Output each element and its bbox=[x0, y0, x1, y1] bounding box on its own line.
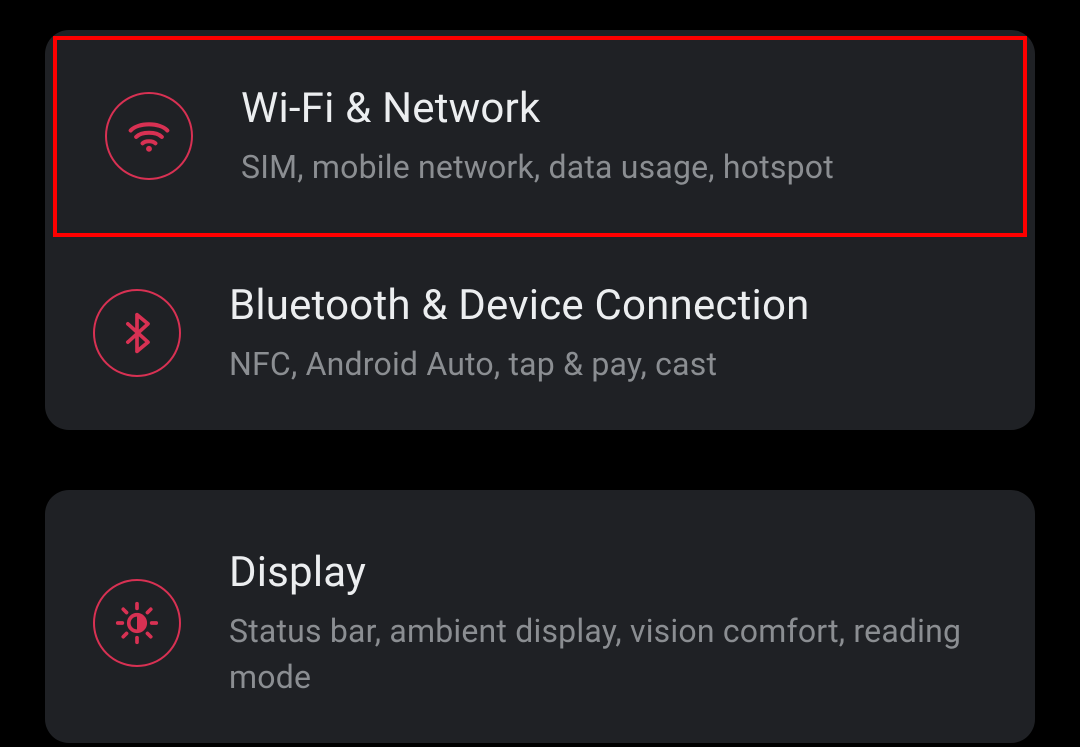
settings-item-title: Bluetooth & Device Connection bbox=[229, 281, 987, 331]
settings-item-subtitle: SIM, mobile network, data usage, hotspot bbox=[241, 144, 975, 190]
settings-item-subtitle: NFC, Android Auto, tap & pay, cast bbox=[229, 341, 987, 387]
settings-card-display: Display Status bar, ambient display, vis… bbox=[45, 490, 1035, 743]
settings-item-text: Wi-Fi & Network SIM, mobile network, dat… bbox=[241, 82, 975, 191]
settings-item-subtitle: Status bar, ambient display, vision comf… bbox=[229, 608, 987, 701]
wifi-icon bbox=[105, 92, 193, 180]
settings-item-wifi[interactable]: Wi-Fi & Network SIM, mobile network, dat… bbox=[53, 36, 1027, 237]
settings-item-text: Display Status bar, ambient display, vis… bbox=[229, 546, 987, 701]
settings-item-bluetooth[interactable]: Bluetooth & Device Connection NFC, Andro… bbox=[45, 237, 1035, 430]
settings-item-title: Wi-Fi & Network bbox=[241, 84, 975, 134]
settings-card-network: Wi-Fi & Network SIM, mobile network, dat… bbox=[45, 30, 1035, 430]
settings-item-title: Display bbox=[229, 548, 987, 598]
settings-item-display[interactable]: Display Status bar, ambient display, vis… bbox=[45, 490, 1035, 743]
bluetooth-icon bbox=[93, 289, 181, 377]
settings-item-text: Bluetooth & Device Connection NFC, Andro… bbox=[229, 279, 987, 388]
brightness-icon bbox=[93, 579, 181, 667]
